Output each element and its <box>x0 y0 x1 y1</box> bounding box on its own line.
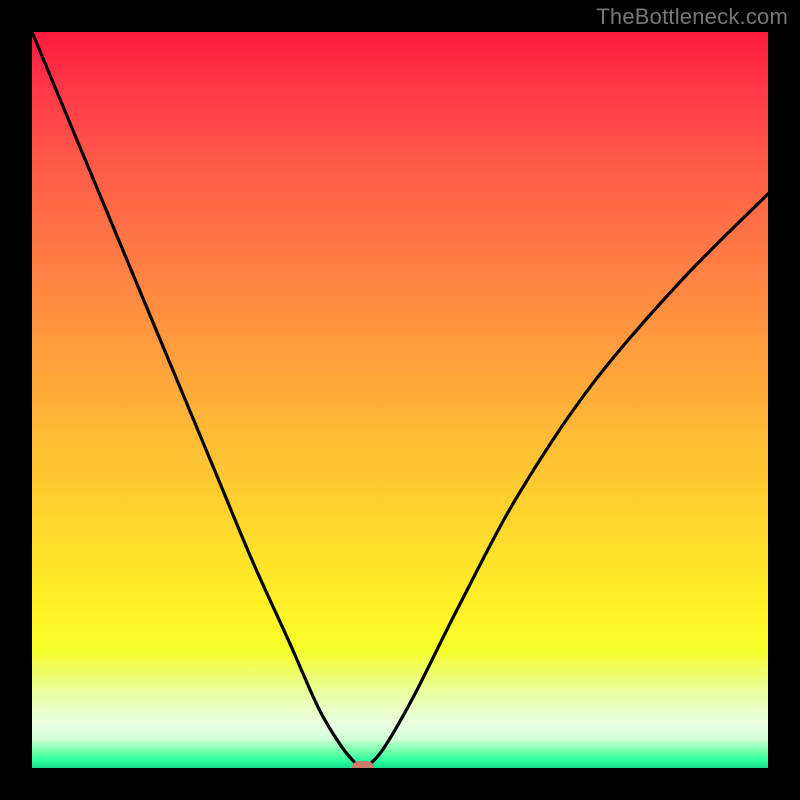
watermark-text: TheBottleneck.com <box>596 4 788 30</box>
chart-frame: TheBottleneck.com <box>0 0 800 800</box>
optimum-marker <box>352 761 374 768</box>
plot-area <box>32 32 768 768</box>
curve-svg <box>32 32 768 768</box>
bottleneck-curve <box>32 32 768 768</box>
